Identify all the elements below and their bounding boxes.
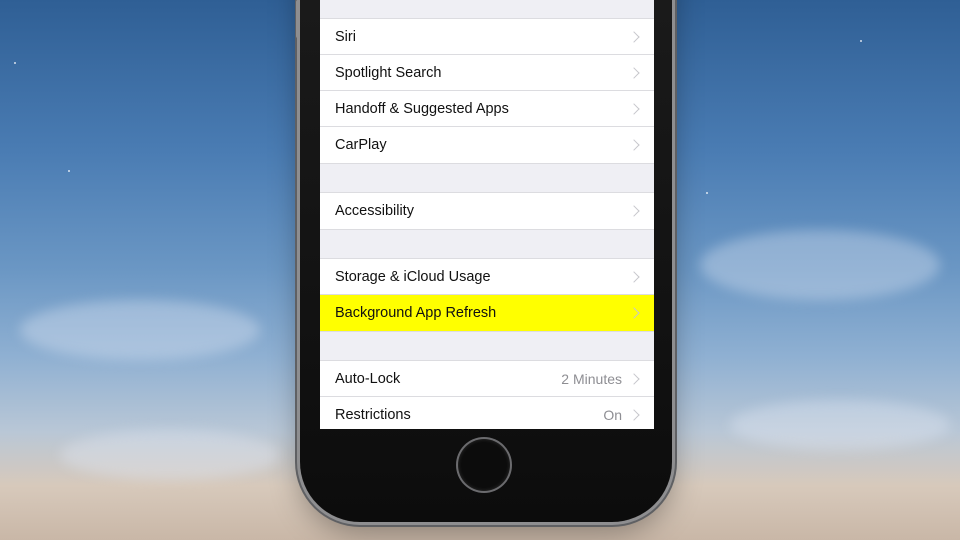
iphone-device: Siri Spotlight Search Handoff & Suggeste… [296,0,672,522]
settings-row-accessibility[interactable]: Accessibility [320,193,654,229]
chevron-right-icon [628,372,640,385]
settings-row-handoff[interactable]: Handoff & Suggested Apps [320,91,654,127]
settings-row-spotlight-search[interactable]: Spotlight Search [320,55,654,91]
row-label: CarPlay [335,137,387,153]
section-spacer [320,230,654,258]
settings-row-restrictions[interactable]: Restrictions On [320,397,654,429]
chevron-right-icon [628,409,640,421]
row-label: Storage & iCloud Usage [335,268,491,285]
settings-group-1: Siri Spotlight Search Handoff & Suggeste… [320,18,654,164]
chevron-right-icon [628,205,640,217]
chevron-right-icon [628,30,640,43]
settings-row-background-app-refresh[interactable]: Background App Refresh [320,295,654,331]
home-button[interactable] [458,439,510,491]
auto-lock-value: 2 Minutes [561,370,622,387]
chevron-right-icon [628,102,640,115]
volume-button [296,0,300,38]
row-label: Accessibility [335,203,414,219]
row-label: Handoff & Suggested Apps [335,100,509,117]
chevron-right-icon [628,270,640,283]
section-spacer [320,332,654,360]
settings-row-auto-lock[interactable]: Auto-Lock 2 Minutes [320,361,654,397]
section-spacer [320,0,654,18]
settings-group-2: Accessibility [320,192,654,230]
row-label: Auto-Lock [335,370,401,387]
section-spacer [320,164,654,192]
settings-row-siri[interactable]: Siri [320,19,654,55]
row-label: Restrictions [335,407,411,423]
row-label: Background App Refresh [335,305,497,321]
row-label: Spotlight Search [335,64,442,81]
chevron-right-icon [628,66,640,79]
chevron-right-icon [628,139,640,151]
settings-screen: Siri Spotlight Search Handoff & Suggeste… [320,0,654,429]
settings-row-storage[interactable]: Storage & iCloud Usage [320,259,654,295]
settings-group-4: Auto-Lock 2 Minutes Restrictions On [320,360,654,429]
settings-row-carplay[interactable]: CarPlay [320,127,654,163]
restrictions-value: On [603,407,622,423]
chevron-right-icon [628,307,640,319]
row-label: Siri [335,28,356,45]
settings-group-3: Storage & iCloud Usage Background App Re… [320,258,654,332]
